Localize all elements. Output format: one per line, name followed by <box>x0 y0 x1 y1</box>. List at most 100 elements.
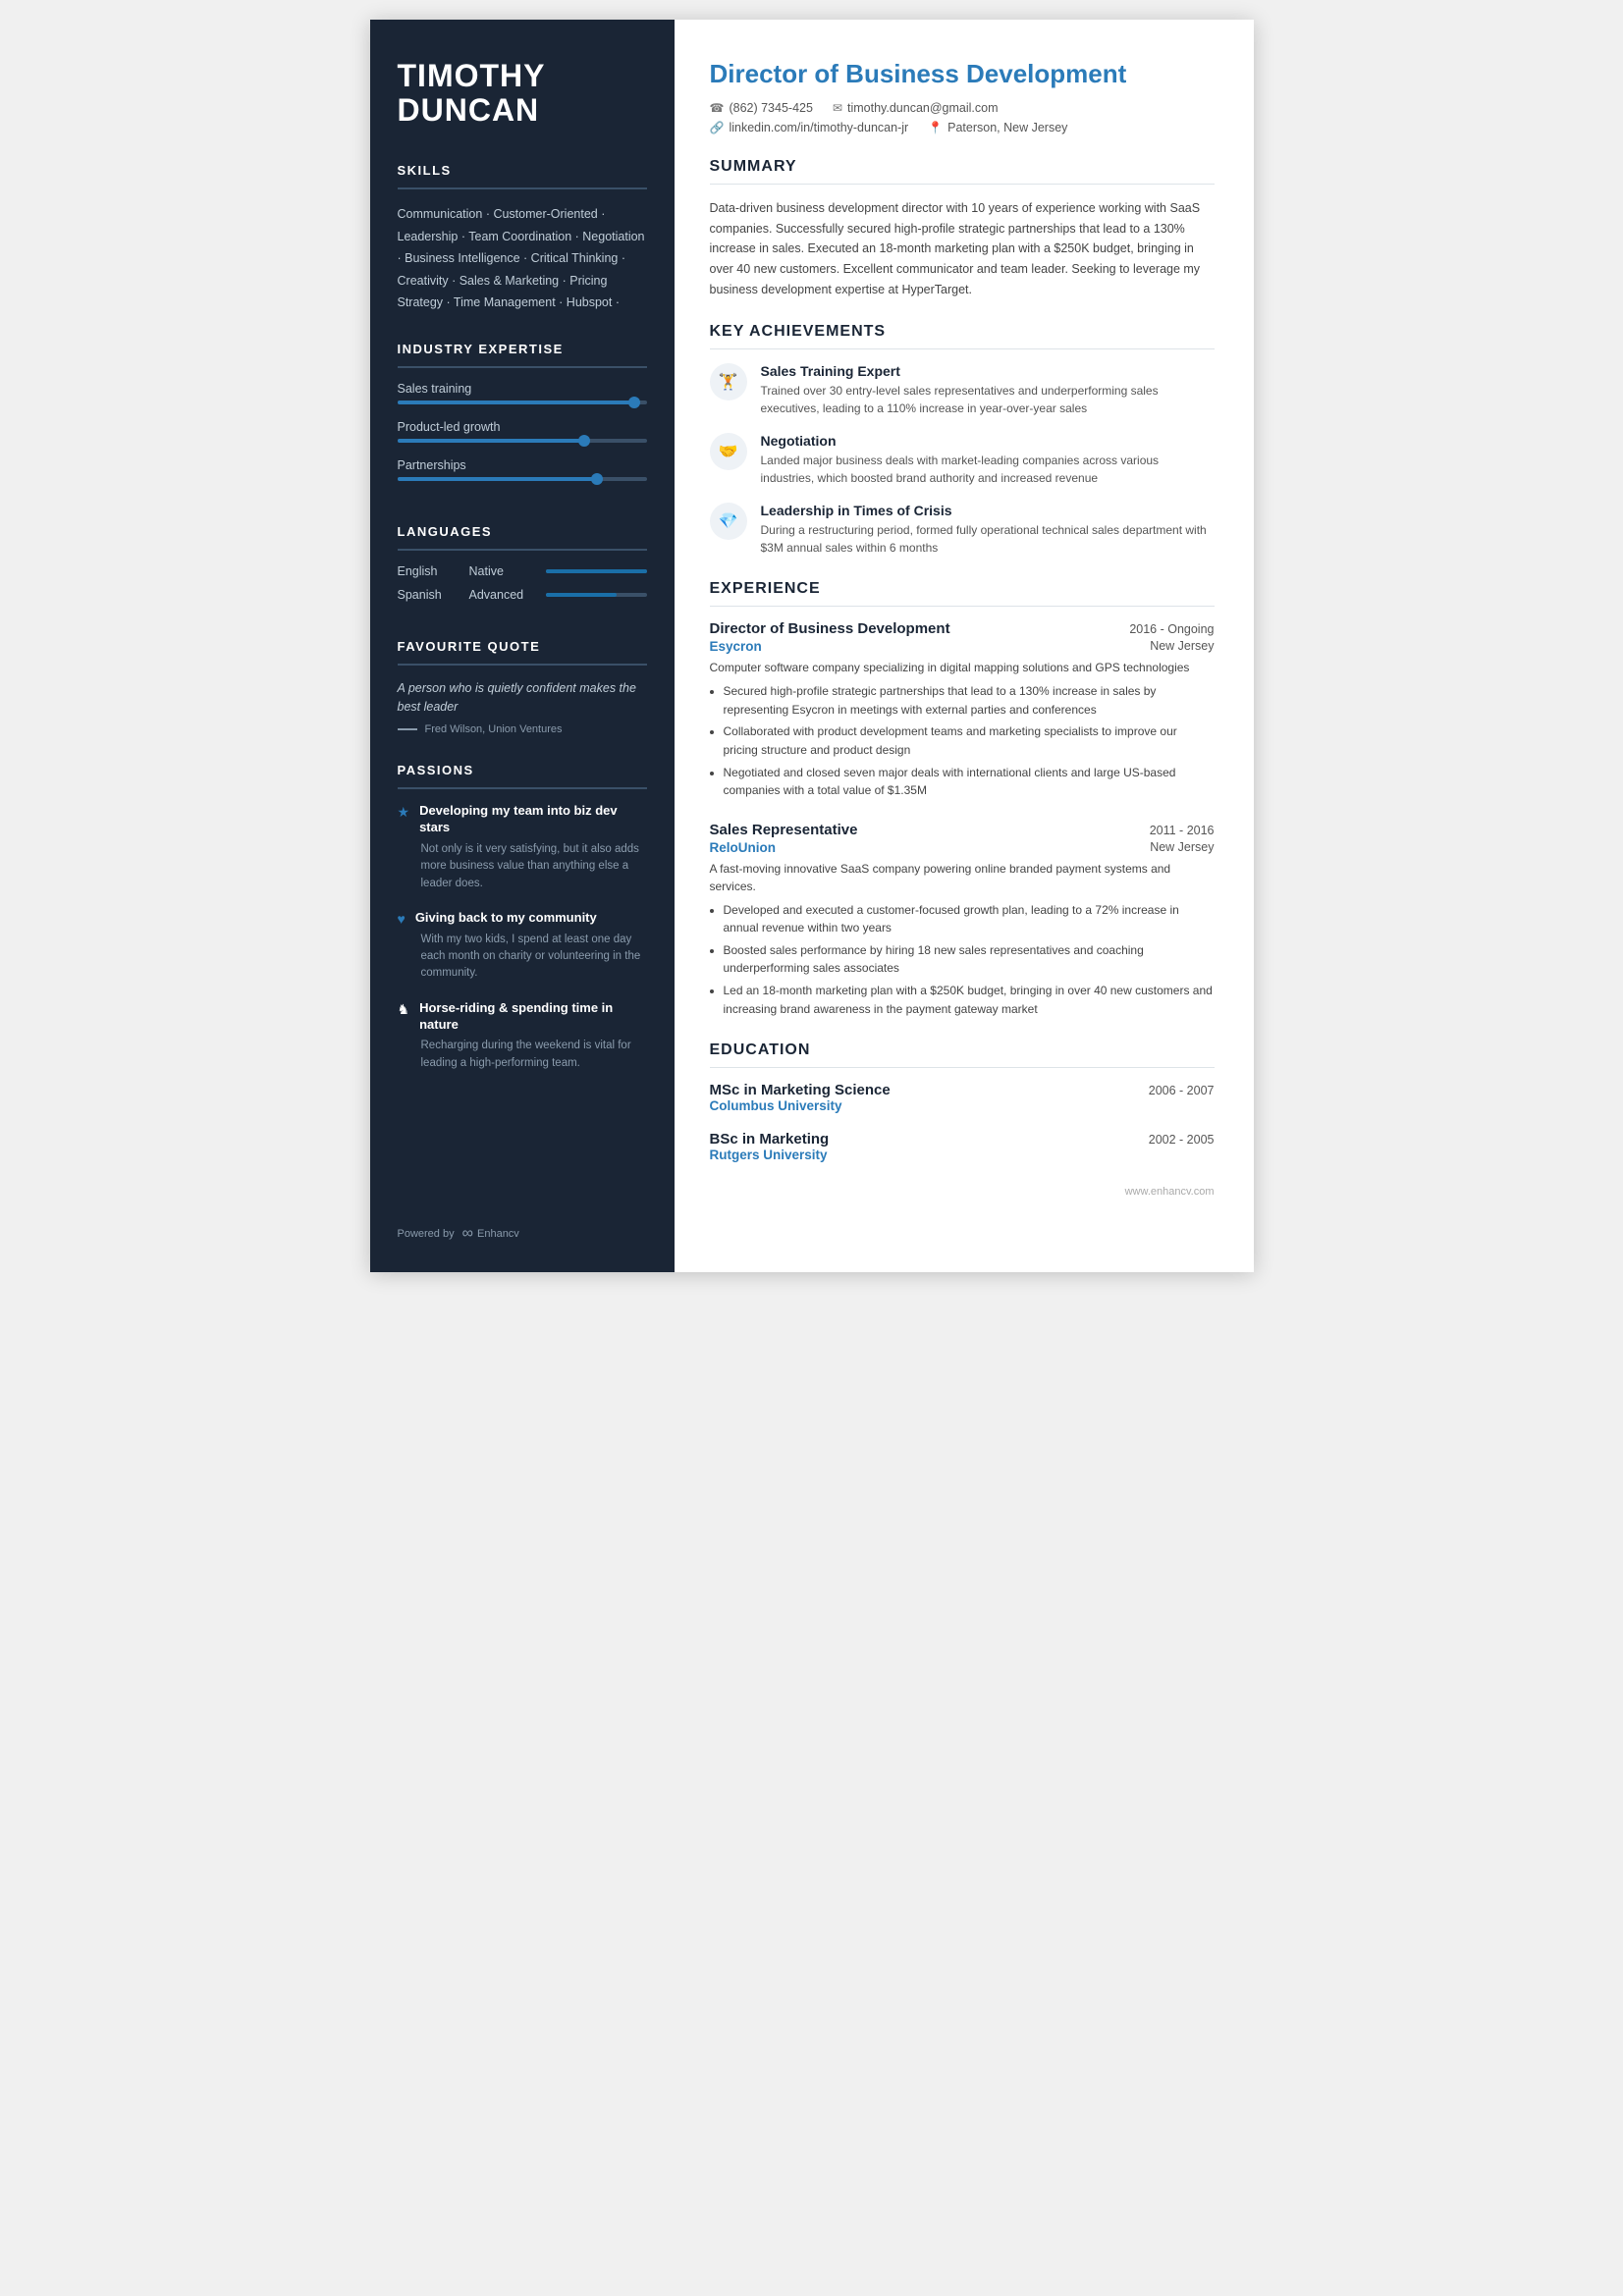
achievements-section: KEY ACHIEVEMENTS 🏋 Sales Training Expert… <box>710 323 1215 557</box>
achievement-title: Leadership in Times of Crisis <box>761 503 1215 518</box>
linkedin-text: linkedin.com/in/timothy-duncan-jr <box>729 121 908 134</box>
email-icon: ✉ <box>833 101 842 115</box>
lang-name: Spanish <box>398 588 461 602</box>
experience-section: EXPERIENCE Director of Business Developm… <box>710 580 1215 1018</box>
expertise-bar-fill <box>398 439 585 443</box>
resume-container: TIMOTHY DUNCAN SKILLS Communication · Cu… <box>370 20 1254 1272</box>
lang-bar-bg <box>546 569 647 573</box>
expertise-bar-bg <box>398 439 647 443</box>
achievement-icon-wrap: 🤝 <box>710 433 747 470</box>
header: Director of Business Development ☎ (862)… <box>710 59 1215 134</box>
summary-title: SUMMARY <box>710 158 1215 176</box>
experience-divider <box>710 606 1215 607</box>
expertise-divider <box>398 366 647 368</box>
edu-degree: MSc in Marketing Science <box>710 1082 891 1098</box>
skills-title: SKILLS <box>398 163 647 178</box>
skills-text: Communication · Customer-Oriented · Lead… <box>398 203 647 314</box>
expertise-item: Partnerships <box>398 458 647 481</box>
expertise-items: Sales training Product-led growth Partne… <box>398 382 647 481</box>
location-text: Paterson, New Jersey <box>947 121 1067 134</box>
education-divider <box>710 1067 1215 1068</box>
footer-website: www.enhancv.com <box>1125 1186 1215 1198</box>
exp-header: Sales Representative 2011 - 2016 <box>710 822 1215 838</box>
achievements-title: KEY ACHIEVEMENTS <box>710 323 1215 341</box>
achievement-content: Sales Training Expert Trained over 30 en… <box>761 363 1215 417</box>
achievement-desc: Landed major business deals with market-… <box>761 452 1215 487</box>
summary-divider <box>710 184 1215 185</box>
email-contact: ✉ timothy.duncan@gmail.com <box>833 101 999 115</box>
email-text: timothy.duncan@gmail.com <box>847 101 999 115</box>
achievement-icon-wrap: 🏋 <box>710 363 747 400</box>
lang-bar-fill <box>546 569 647 573</box>
exp-subheader: ReloUnion New Jersey <box>710 840 1215 855</box>
passion-title: Horse-riding & spending time in nature <box>419 1000 646 1034</box>
languages-title: LANGUAGES <box>398 524 647 539</box>
quote-author: Fred Wilson, Union Ventures <box>398 723 647 735</box>
edu-dates: 2006 - 2007 <box>1149 1084 1215 1097</box>
skills-section: SKILLS Communication · Customer-Oriented… <box>398 163 647 314</box>
education-item: MSc in Marketing Science 2006 - 2007 Col… <box>710 1082 1215 1113</box>
passion-desc: Recharging during the weekend is vital f… <box>398 1038 647 1072</box>
exp-location: New Jersey <box>1150 840 1214 855</box>
quote-author-line <box>398 728 417 730</box>
enhancv-logo: ∞ Enhancv <box>462 1225 519 1243</box>
achievement-desc: During a restructuring period, formed fu… <box>761 521 1215 557</box>
passion-icon: ♥ <box>398 911 406 927</box>
quote-divider <box>398 664 647 666</box>
exp-bullets: Secured high-profile strategic partnersh… <box>710 682 1215 800</box>
linkedin-contact: 🔗 linkedin.com/in/timothy-duncan-jr <box>710 121 909 134</box>
phone-contact: ☎ (862) 7345-425 <box>710 101 813 115</box>
exp-location: New Jersey <box>1150 639 1214 654</box>
exp-description: Computer software company specializing i… <box>710 659 1215 676</box>
passions-section: PASSIONS ★ Developing my team into biz d… <box>398 763 647 1090</box>
experience-items: Director of Business Development 2016 - … <box>710 620 1215 1018</box>
footer-powered-label: Powered by <box>398 1228 455 1240</box>
exp-bullet: Collaborated with product development te… <box>724 722 1215 759</box>
exp-dates: 2011 - 2016 <box>1150 824 1215 837</box>
location-contact: 📍 Paterson, New Jersey <box>928 121 1067 134</box>
achievement-icon-wrap: 💎 <box>710 503 747 540</box>
experience-title: EXPERIENCE <box>710 580 1215 598</box>
education-section: EDUCATION MSc in Marketing Science 2006 … <box>710 1041 1215 1162</box>
achievements-divider <box>710 348 1215 349</box>
language-item: English Native <box>398 564 647 578</box>
exp-company: Esycron <box>710 639 762 654</box>
edu-school: Columbus University <box>710 1098 1215 1113</box>
lang-bar-bg <box>546 593 647 597</box>
exp-subheader: Esycron New Jersey <box>710 639 1215 654</box>
expertise-bar-dot <box>591 473 603 485</box>
passion-item: ♞ Horse-riding & spending time in nature… <box>398 1000 647 1072</box>
quote-title: FAVOURITE QUOTE <box>398 639 647 654</box>
main-content: Director of Business Development ☎ (862)… <box>675 20 1254 1272</box>
expertise-bar-fill <box>398 477 597 481</box>
education-item: BSc in Marketing 2002 - 2005 Rutgers Uni… <box>710 1131 1215 1162</box>
passion-header: ★ Developing my team into biz dev stars <box>398 803 647 836</box>
expertise-bar-bg <box>398 400 647 404</box>
edu-header: MSc in Marketing Science 2006 - 2007 <box>710 1082 1215 1098</box>
achievement-content: Negotiation Landed major business deals … <box>761 433 1215 487</box>
achievement-desc: Trained over 30 entry-level sales repres… <box>761 382 1215 417</box>
exp-bullet: Boosted sales performance by hiring 18 n… <box>724 941 1215 978</box>
language-items: English Native Spanish Advanced <box>398 564 647 602</box>
achievement-title: Negotiation <box>761 433 1215 449</box>
expertise-bar-bg <box>398 477 647 481</box>
exp-bullet: Secured high-profile strategic partnersh… <box>724 682 1215 719</box>
achievement-item: 🤝 Negotiation Landed major business deal… <box>710 433 1215 487</box>
summary-section: SUMMARY Data-driven business development… <box>710 158 1215 299</box>
achievement-icon: 💎 <box>719 511 738 531</box>
expertise-item: Product-led growth <box>398 420 647 443</box>
passion-desc: With my two kids, I spend at least one d… <box>398 932 647 983</box>
passion-icon: ★ <box>398 804 410 821</box>
achievement-title: Sales Training Expert <box>761 363 1215 379</box>
achievement-items: 🏋 Sales Training Expert Trained over 30 … <box>710 363 1215 557</box>
passion-header: ♥ Giving back to my community <box>398 910 647 927</box>
edu-header: BSc in Marketing 2002 - 2005 <box>710 1131 1215 1148</box>
achievement-content: Leadership in Times of Crisis During a r… <box>761 503 1215 557</box>
sidebar: TIMOTHY DUNCAN SKILLS Communication · Cu… <box>370 20 675 1272</box>
phone-text: (862) 7345-425 <box>729 101 812 115</box>
link-icon: 🔗 <box>710 121 725 134</box>
skills-divider <box>398 187 647 189</box>
passion-item: ★ Developing my team into biz dev stars … <box>398 803 647 892</box>
expertise-item: Sales training <box>398 382 647 404</box>
languages-section: LANGUAGES English Native Spanish Advance… <box>398 524 647 612</box>
